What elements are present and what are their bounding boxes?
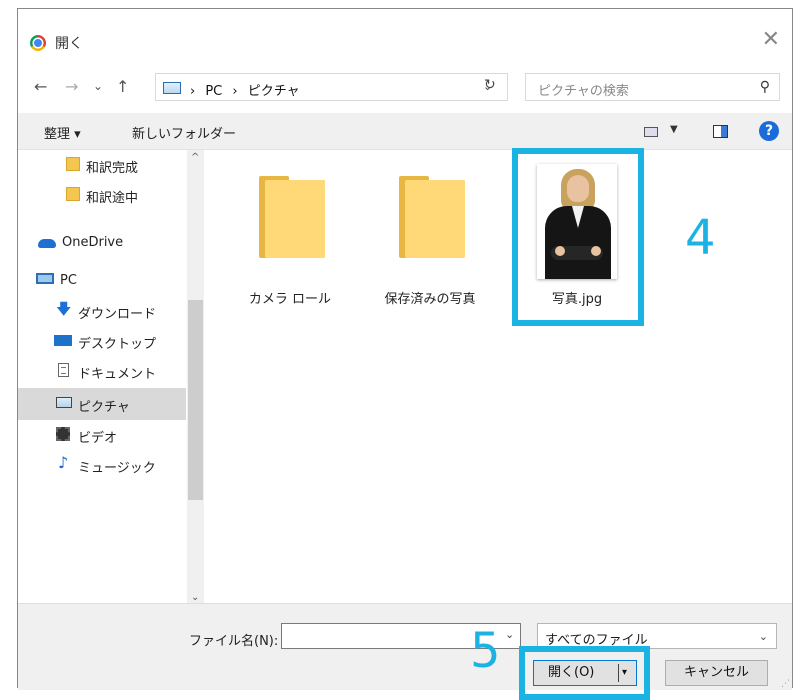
highlight-box-step5 [519, 646, 650, 700]
navigation-bar: ← → ⌄ ↑ › PC › ピクチャ ⌄ ↻ ピクチャの検索 ⚲ [18, 73, 792, 103]
computer-icon [36, 273, 54, 284]
sidebar-item-pictures[interactable]: ピクチャ [18, 388, 186, 420]
sidebar-item-label: ピクチャ [78, 400, 130, 415]
navigation-pane: 和訳完成 和訳途中 OneDrive PC 🡇 ダウンロード デスクトップ ドキ… [18, 150, 204, 603]
sidebar-item-pc[interactable]: PC [18, 266, 186, 296]
file-item-saved-pictures[interactable]: 保存済みの写真 [375, 150, 485, 307]
download-icon: 🡇 [56, 300, 72, 318]
highlight-box-step4 [512, 148, 644, 326]
close-icon[interactable]: ✕ [762, 27, 780, 52]
folder-icon [399, 176, 465, 258]
video-icon [56, 427, 70, 441]
file-name: カメラ ロール [248, 292, 332, 307]
breadcrumb: › PC › ピクチャ [190, 80, 306, 99]
window-title: 開く [55, 36, 83, 52]
scrollbar-thumb[interactable] [188, 300, 203, 500]
filename-label: ファイル名(N): [189, 634, 279, 649]
view-dropdown-icon[interactable]: ▼ [670, 124, 678, 135]
document-icon [58, 363, 69, 377]
sidebar-scrollbar[interactable]: ^ ⌄ [187, 150, 204, 603]
sidebar-item-label: ドキュメント [78, 367, 157, 382]
search-box[interactable]: ピクチャの検索 ⚲ [525, 73, 780, 101]
recent-locations-icon[interactable]: ⌄ [93, 79, 103, 93]
file-open-dialog: 開く ✕ ← → ⌄ ↑ › PC › ピクチャ ⌄ ↻ ピクチャの検索 ⚲ 整… [17, 8, 794, 700]
title-bar: 開く ✕ [18, 9, 792, 65]
address-bar[interactable]: › PC › ピクチャ ⌄ [155, 73, 508, 101]
sidebar-item-label: ミュージック [78, 461, 156, 476]
breadcrumb-separator: › [190, 84, 196, 99]
sidebar-item-label: OneDrive [62, 235, 124, 250]
music-icon: ♪ [58, 453, 69, 472]
sidebar-item-desktop[interactable]: デスクトップ [18, 326, 186, 356]
file-list: カメラ ロール 保存済みの写真 写真.jpg 4 [205, 148, 794, 603]
folder-icon [66, 187, 80, 201]
search-placeholder[interactable]: ピクチャの検索 [538, 80, 629, 99]
sidebar-item-label: PC [60, 273, 77, 288]
sidebar-item-documents[interactable]: ドキュメント [18, 356, 186, 386]
new-folder-button[interactable]: 新しいフォルダー [132, 123, 236, 142]
cloud-icon [38, 239, 56, 248]
chevron-down-icon[interactable]: ⌄ [759, 630, 768, 643]
command-toolbar: 整理 ▾ 新しいフォルダー ▼ ? [18, 113, 792, 150]
breadcrumb-separator: › [232, 84, 238, 99]
forward-arrow-icon[interactable]: → [65, 77, 78, 96]
sidebar-item-onedrive[interactable]: OneDrive [18, 228, 186, 258]
breadcrumb-pictures[interactable]: ピクチャ [248, 84, 300, 99]
pictures-icon [56, 397, 72, 408]
sidebar-item-label: デスクトップ [78, 337, 157, 352]
sidebar-item-label: ビデオ [78, 431, 118, 446]
pictures-icon [163, 82, 181, 94]
annotation-step5: 5 [470, 623, 501, 679]
view-icon[interactable] [644, 127, 658, 137]
sidebar-item-music[interactable]: ♪ ミュージック [18, 450, 186, 480]
sidebar-item-wayaku-kansei[interactable]: 和訳完成 [18, 150, 186, 180]
sidebar-item-downloads[interactable]: 🡇 ダウンロード [18, 296, 186, 326]
search-icon[interactable]: ⚲ [760, 79, 770, 95]
filename-dropdown-icon[interactable]: ⌄ [505, 628, 514, 641]
folder-icon [259, 176, 325, 258]
sidebar-item-videos[interactable]: ビデオ [18, 420, 186, 450]
resize-grip-icon[interactable]: ⋰ [781, 679, 790, 689]
back-arrow-icon[interactable]: ← [34, 77, 47, 96]
chrome-icon [30, 35, 46, 51]
cancel-button[interactable]: キャンセル [665, 660, 768, 686]
sidebar-item-label: 和訳完成 [86, 161, 139, 176]
file-name: 保存済みの写真 [384, 292, 476, 307]
scroll-up-icon[interactable]: ^ [191, 152, 199, 163]
preview-pane-icon[interactable] [713, 125, 728, 138]
folder-icon [66, 157, 80, 171]
sidebar-item-wayaku-tochu[interactable]: 和訳途中 [18, 180, 186, 210]
help-icon[interactable]: ? [759, 121, 779, 141]
sidebar-item-label: 和訳途中 [86, 191, 139, 206]
organize-button[interactable]: 整理 ▾ [44, 123, 81, 142]
up-arrow-icon[interactable]: ↑ [116, 77, 129, 96]
scroll-down-icon[interactable]: ⌄ [191, 592, 199, 603]
annotation-step4: 4 [685, 210, 716, 266]
desktop-icon [54, 335, 72, 346]
sidebar-item-label: ダウンロード [78, 307, 157, 322]
refresh-icon[interactable]: ↻ [484, 77, 496, 93]
breadcrumb-pc[interactable]: PC [205, 84, 222, 99]
dialog-footer: ファイル名(N): ⌄ すべてのファイル ⌄ 開く(O) ▾ キャンセル 5 ⋰ [18, 603, 792, 700]
file-item-camera-roll[interactable]: カメラ ロール [235, 150, 345, 307]
